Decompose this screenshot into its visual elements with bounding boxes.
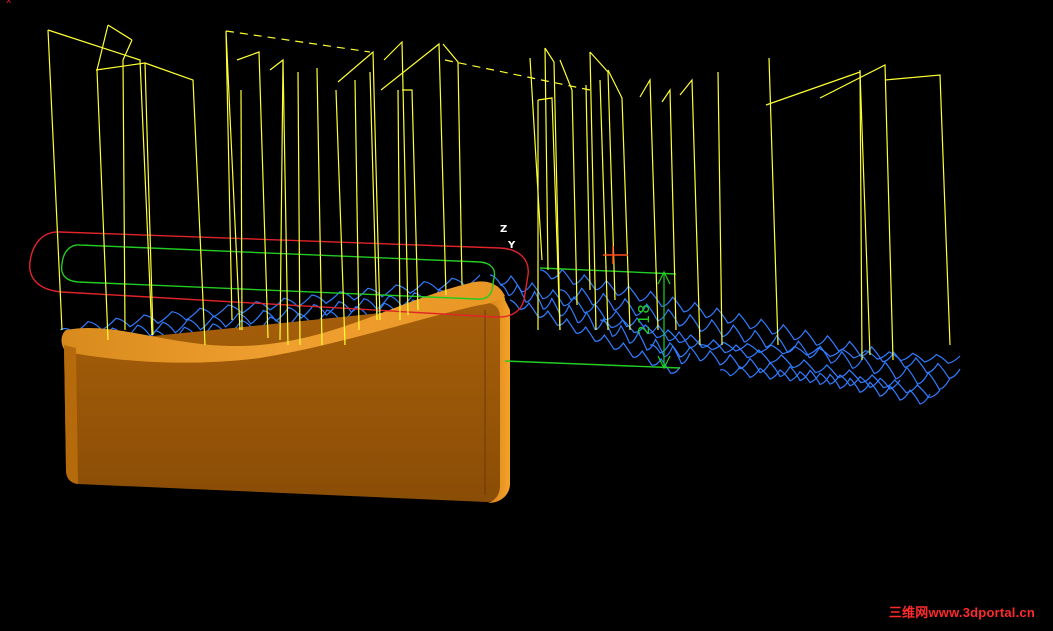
rapid-move-dashed-line	[225, 30, 591, 91]
watermark-url: www.3dportal.cn	[928, 605, 1035, 620]
toolpath-segment-27	[599, 79, 609, 331]
toolpath-segment-23	[544, 47, 561, 331]
toolpath-segment-8	[269, 58, 289, 346]
toolpath-segment-19	[380, 42, 447, 296]
toolpath-segment-9	[279, 59, 284, 341]
toolpath-segment-10	[297, 71, 301, 346]
link-loop-9	[539, 268, 961, 379]
toolpath-segment-5	[225, 30, 241, 331]
watermark: 三维网www.3dportal.cn	[889, 602, 1035, 621]
axis-y-label: Y	[508, 240, 516, 251]
toolpath-segment-7	[240, 89, 243, 331]
toolpath-segment-29	[639, 77, 659, 331]
link-loop-13	[699, 341, 961, 364]
toolpath-segment-1	[47, 29, 153, 336]
axis-z-label: Z	[500, 224, 508, 235]
toolpath-segment-4	[144, 62, 206, 346]
toolpath-segment-25	[585, 84, 591, 291]
toolpath-segment-2	[96, 24, 133, 341]
toolpath-segment-11	[316, 67, 323, 346]
toolpath-segment-14	[354, 79, 360, 331]
cad-3d-viewport[interactable]: Z Y 218 x 三维网www.3dportal.cn	[0, 0, 1053, 627]
inner-boundary-green[interactable]	[60, 244, 496, 300]
boundary-green-line	[504, 360, 681, 369]
toolpath-segment-35	[819, 64, 894, 361]
toolpath-segment-28	[607, 69, 631, 331]
toolpath-segment-32	[717, 71, 723, 346]
dimension-value-label: 218	[634, 303, 653, 335]
toolpath-segment-34	[765, 71, 871, 356]
toolpath-segment-16	[383, 40, 409, 316]
part-left-edge	[64, 345, 78, 484]
watermark-prefix: 三维网	[888, 605, 929, 620]
toolpath-segment-37	[884, 74, 951, 346]
toolpath-segment-20	[442, 43, 463, 286]
toolpath-segment-24	[559, 59, 578, 306]
toolpath-segment-21	[529, 57, 543, 261]
toolpath-segment-18	[402, 89, 419, 311]
toolpath-segment-15	[369, 71, 378, 321]
toolpath-scene[interactable]	[0, 0, 1053, 627]
toolpath-segment-12	[335, 89, 346, 346]
corner-axis-mark: x	[6, 0, 12, 6]
